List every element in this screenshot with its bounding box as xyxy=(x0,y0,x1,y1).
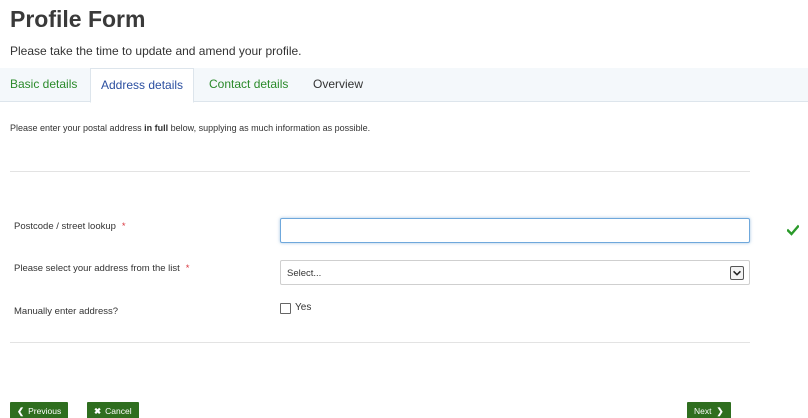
page-subtitle: Please take the time to update and amend… xyxy=(10,44,302,58)
required-marker: * xyxy=(185,263,190,274)
tab-address-details[interactable]: Address details xyxy=(90,68,195,103)
required-marker: * xyxy=(121,221,126,232)
next-button-label: Next xyxy=(694,406,712,416)
tab-basic-details[interactable]: Basic details xyxy=(10,68,77,102)
manual-entry-checkbox[interactable] xyxy=(280,303,291,314)
address-select-label: Please select your address from the list… xyxy=(14,263,190,274)
next-button[interactable]: Next ❯ xyxy=(687,402,731,418)
tab-contact-details[interactable]: Contact details xyxy=(209,68,288,102)
chevron-right-icon: ❯ xyxy=(716,406,724,416)
intro-text-start: Please enter your postal address xyxy=(10,123,145,133)
close-icon: ✖ xyxy=(94,406,102,416)
intro-text-end: below, supplying as much information as … xyxy=(168,123,371,133)
address-select-label-text: Please select your address from the list xyxy=(14,263,180,274)
address-select[interactable]: Select... xyxy=(280,260,750,285)
manual-entry-label: Manually enter address? xyxy=(14,306,119,317)
intro-text: Please enter your postal address in full… xyxy=(10,123,370,133)
tab-bar: Basic details Address details Contact de… xyxy=(0,68,808,103)
chevron-left-icon: ❮ xyxy=(17,406,25,416)
previous-button-label: Previous xyxy=(28,406,62,416)
tab-overview[interactable]: Overview xyxy=(313,68,363,102)
manual-entry-option-label[interactable]: Yes xyxy=(295,302,311,313)
postcode-label-text: Postcode / street lookup xyxy=(14,221,116,232)
divider-top xyxy=(10,171,750,172)
intro-text-bold: in full xyxy=(144,123,169,133)
postcode-input[interactable] xyxy=(280,218,750,243)
valid-check-icon xyxy=(787,224,799,236)
cancel-button[interactable]: ✖ Cancel xyxy=(87,402,139,418)
postcode-label: Postcode / street lookup * xyxy=(14,221,126,232)
cancel-button-label: Cancel xyxy=(105,406,132,416)
previous-button[interactable]: ❮ Previous xyxy=(10,402,69,418)
address-select-value: Select... xyxy=(287,268,322,279)
chevron-down-icon[interactable] xyxy=(730,266,744,280)
divider-bottom xyxy=(10,342,750,343)
page-title: Profile Form xyxy=(10,6,146,32)
